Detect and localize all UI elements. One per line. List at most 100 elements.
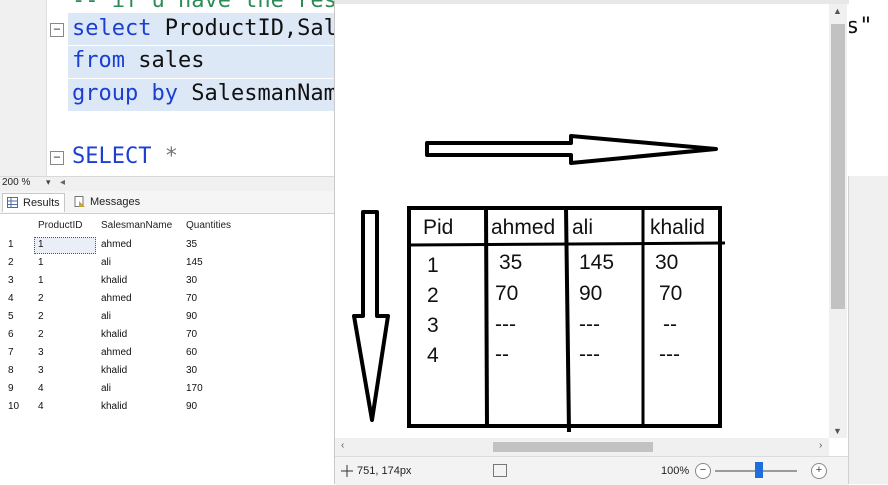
column-header-productid[interactable]: ProductID xyxy=(38,218,82,234)
zoom-dropdown-icon[interactable]: ▾ xyxy=(46,177,51,188)
horizontal-scroll-thumb[interactable] xyxy=(493,442,653,452)
scroll-left-icon[interactable]: ‹ xyxy=(341,440,344,451)
row-number[interactable]: 4 xyxy=(8,290,14,308)
column-header-salesmanname[interactable]: SalesmanName xyxy=(101,218,172,234)
cell-productid[interactable]: 1 xyxy=(38,236,44,254)
drawn-khalid-value: -- xyxy=(663,313,677,336)
row-number[interactable]: 5 xyxy=(8,308,14,326)
cell-quantities[interactable]: 35 xyxy=(186,236,197,254)
row-number[interactable]: 1 xyxy=(8,236,14,254)
tab-results[interactable]: Results xyxy=(2,193,65,212)
drawn-column-line xyxy=(564,207,571,433)
cell-salesmanname[interactable]: khalid xyxy=(101,272,127,290)
cell-productid[interactable]: 2 xyxy=(38,308,44,326)
code-line-select-star: SELECT * xyxy=(72,144,178,169)
cursor-position: 751, 174px xyxy=(357,465,412,477)
row-number[interactable]: 3 xyxy=(8,272,14,290)
vertical-scrollbar[interactable]: ▲ ▼ xyxy=(829,4,847,438)
vertical-scroll-thumb[interactable] xyxy=(831,24,845,309)
zoom-in-button[interactable]: + xyxy=(811,463,827,479)
scroll-right-icon[interactable]: › xyxy=(819,440,822,451)
drawn-khalid-value: 30 xyxy=(655,251,679,274)
table-row[interactable]: 7 3 ahmed 60 xyxy=(0,344,336,362)
row-number[interactable]: 8 xyxy=(8,362,14,380)
row-number[interactable]: 6 xyxy=(8,326,14,344)
ssms-right-edge xyxy=(848,176,888,484)
drawn-header-pid: Pid xyxy=(423,216,454,239)
cell-salesmanname[interactable]: ahmed xyxy=(101,236,132,254)
column-header-quantities[interactable]: Quantities xyxy=(186,218,231,234)
cell-productid[interactable]: 4 xyxy=(38,380,44,398)
row-number[interactable]: 10 xyxy=(8,398,19,416)
fold-toggle-icon[interactable]: − xyxy=(50,151,64,165)
table-row[interactable]: 1 1 ahmed 35 xyxy=(0,236,336,254)
cell-salesmanname[interactable]: ahmed xyxy=(101,344,132,362)
cell-productid[interactable]: 3 xyxy=(38,362,44,380)
table-row[interactable]: 10 4 khalid 90 xyxy=(0,398,336,416)
drawn-ali-value: --- xyxy=(579,343,600,366)
results-grid[interactable]: ProductID SalesmanName Quantities 1 1 ahme… xyxy=(0,214,336,484)
cell-salesmanname[interactable]: ali xyxy=(101,380,111,398)
fold-toggle-icon[interactable]: − xyxy=(50,23,64,37)
drawn-ali-value: --- xyxy=(579,313,600,336)
horizontal-scrollbar[interactable]: ‹ › xyxy=(335,438,829,456)
zoom-level[interactable]: 200 % xyxy=(2,177,30,188)
drawn-khalid-value: --- xyxy=(659,343,680,366)
row-number[interactable]: 9 xyxy=(8,380,14,398)
fit-to-window-icon[interactable] xyxy=(493,464,507,477)
zoom-out-button[interactable]: − xyxy=(695,463,711,479)
tab-messages[interactable]: Messages xyxy=(70,193,144,211)
cell-quantities[interactable]: 90 xyxy=(186,398,197,416)
code-line-group-by: group by SalesmanNam xyxy=(72,81,337,106)
drawn-pid-value: 3 xyxy=(427,314,439,337)
results-tabs: Results Messages xyxy=(0,191,340,214)
table-row[interactable]: 6 2 khalid 70 xyxy=(0,326,336,344)
cell-productid[interactable]: 1 xyxy=(38,272,44,290)
cell-salesmanname[interactable]: ali xyxy=(101,254,111,272)
cell-salesmanname[interactable]: ali xyxy=(101,308,111,326)
table-row[interactable]: 8 3 khalid 30 xyxy=(0,362,336,380)
table-row[interactable]: 4 2 ahmed 70 xyxy=(0,290,336,308)
table-row[interactable]: 2 1 ali 145 xyxy=(0,254,336,272)
table-row[interactable]: 5 2 ali 90 xyxy=(0,308,336,326)
cell-salesmanname[interactable]: ahmed xyxy=(101,290,132,308)
paint-window[interactable]: Pid ahmed ali khalid 1 2 3 4 35 70 --- -… xyxy=(334,0,849,485)
table-row[interactable]: 3 1 khalid 30 xyxy=(0,272,336,290)
cell-quantities[interactable]: 30 xyxy=(186,362,197,380)
cell-quantities[interactable]: 30 xyxy=(186,272,197,290)
editor-gutter xyxy=(0,0,47,176)
row-number[interactable]: 2 xyxy=(8,254,14,272)
cell-productid[interactable]: 1 xyxy=(38,254,44,272)
cell-quantities[interactable]: 90 xyxy=(186,308,197,326)
cell-productid[interactable]: 2 xyxy=(38,290,44,308)
cell-quantities[interactable]: 70 xyxy=(186,290,197,308)
scroll-left-icon[interactable]: ◂ xyxy=(60,177,65,188)
drawn-pid-value: 4 xyxy=(427,344,439,367)
scroll-up-icon[interactable]: ▲ xyxy=(833,6,842,16)
cell-quantities[interactable]: 70 xyxy=(186,326,197,344)
cell-quantities[interactable]: 170 xyxy=(186,380,203,398)
cell-quantities[interactable]: 60 xyxy=(186,344,197,362)
cell-salesmanname[interactable]: khalid xyxy=(101,362,127,380)
cell-salesmanname[interactable]: khalid xyxy=(101,326,127,344)
drawn-pid-value: 1 xyxy=(427,254,439,277)
table-row[interactable]: 9 4 ali 170 xyxy=(0,380,336,398)
paint-zoom-level: 100% xyxy=(661,465,690,477)
cell-productid[interactable]: 4 xyxy=(38,398,44,416)
cell-productid[interactable]: 3 xyxy=(38,344,44,362)
message-icon xyxy=(74,196,85,207)
paint-status-bar: 751, 174px 100% − + xyxy=(335,456,849,485)
tab-results-label: Results xyxy=(23,197,60,209)
drawn-header-ali: ali xyxy=(572,216,594,239)
code-line-tail: s" xyxy=(846,14,873,39)
drawn-column-line xyxy=(484,207,489,427)
zoom-slider-knob[interactable] xyxy=(755,462,763,478)
scroll-down-icon[interactable]: ▼ xyxy=(833,426,842,436)
cell-productid[interactable]: 2 xyxy=(38,326,44,344)
drawn-ahmed-value: 70 xyxy=(495,282,519,305)
grid-icon xyxy=(7,197,18,208)
drawn-ahmed-value: 35 xyxy=(499,251,523,274)
cell-quantities[interactable]: 145 xyxy=(186,254,203,272)
cell-salesmanname[interactable]: khalid xyxy=(101,398,127,416)
row-number[interactable]: 7 xyxy=(8,344,14,362)
